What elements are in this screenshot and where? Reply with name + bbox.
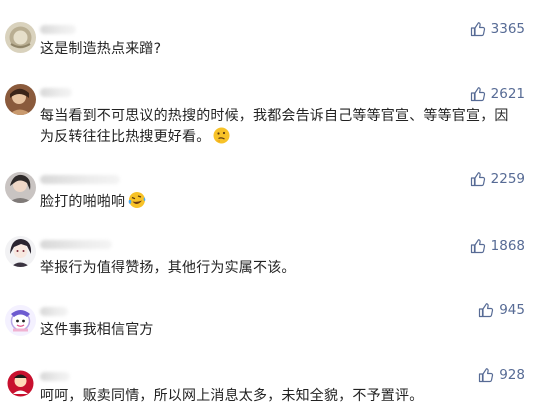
comment-text: 脸打的啪啪响	[40, 191, 522, 216]
user-avatar[interactable]	[5, 22, 36, 53]
like-button[interactable]: 2259	[470, 170, 525, 188]
like-count: 3365	[490, 21, 525, 37]
username-blurred[interactable]	[40, 372, 70, 381]
comment-feed: 这是制造热点来蹭? 3365 每当看到不可思议的热搜的时候，我都会告诉自己等等官…	[0, 0, 550, 411]
like-button[interactable]: 945	[478, 301, 525, 319]
user-avatar[interactable]	[5, 236, 36, 267]
thumbs-up-icon	[470, 238, 486, 254]
thumbs-up-icon	[470, 171, 486, 187]
laughing-crying-emoji	[128, 191, 146, 216]
comment-text: 举报行为值得赞扬，其他行为实属不该。	[40, 260, 296, 276]
comment-text: 这件事我相信官方	[40, 322, 154, 338]
user-avatar[interactable]	[5, 84, 36, 115]
username-blurred[interactable]	[40, 307, 68, 316]
like-button[interactable]: 2621	[470, 85, 525, 103]
username-blurred[interactable]	[40, 25, 76, 34]
thumbs-up-icon	[478, 302, 494, 318]
thumbs-up-icon	[470, 86, 486, 102]
like-button[interactable]: 1868	[470, 237, 525, 255]
like-count: 2259	[490, 171, 525, 187]
like-count: 928	[499, 367, 525, 383]
like-count: 1868	[490, 238, 525, 254]
user-avatar[interactable]	[5, 305, 36, 336]
username-blurred[interactable]	[40, 88, 72, 97]
username-blurred[interactable]	[40, 240, 112, 249]
comment-text: 每当看到不可思议的热搜的时候，我都会告诉自己等等官宣、等等官宣，因为反转往往比热…	[40, 106, 522, 151]
like-count: 945	[499, 302, 525, 318]
thinking-emoji	[213, 127, 230, 151]
user-avatar[interactable]	[5, 172, 36, 203]
thumbs-up-icon	[478, 367, 494, 383]
comment-text: 这是制造热点来蹭?	[40, 41, 162, 57]
like-count: 2621	[490, 86, 525, 102]
like-button[interactable]: 3365	[470, 20, 525, 38]
username-blurred[interactable]	[40, 175, 120, 184]
like-button[interactable]: 928	[478, 366, 525, 384]
user-avatar[interactable]	[5, 368, 36, 399]
comment-text: 呵呵，贩卖同情，所以网上消息太多，未知全貌，不予置评。	[40, 388, 424, 404]
thumbs-up-icon	[470, 21, 486, 37]
